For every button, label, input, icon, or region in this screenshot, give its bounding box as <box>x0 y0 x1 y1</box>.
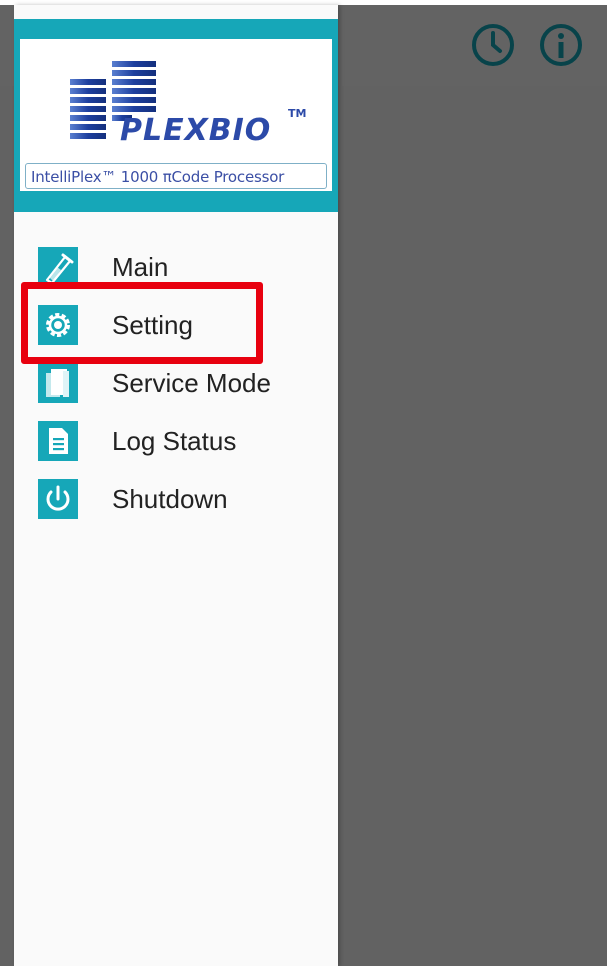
power-icon <box>38 479 78 519</box>
menu-item-label: Main <box>112 252 169 282</box>
drawer-menu: Main Setting Service Mode Log Status Shu… <box>14 237 338 527</box>
logo-subtitle-box: IntelliPlex™ 1000 πCode Processor <box>25 163 327 189</box>
plexbio-logo: PLEXBIO TM IntelliPlex™ 1000 πCode Proce… <box>20 39 332 191</box>
menu-item-label: Service Mode <box>112 368 271 398</box>
logo-brand-text: PLEXBIO <box>120 113 272 148</box>
setting-highlight-box <box>21 282 263 364</box>
menu-item-label: Shutdown <box>112 484 228 514</box>
drawer-header: PLEXBIO TM IntelliPlex™ 1000 πCode Proce… <box>14 19 338 212</box>
navigation-drawer: PLEXBIO TM IntelliPlex™ 1000 πCode Proce… <box>14 5 338 966</box>
logo-trademark: TM <box>288 107 307 120</box>
test-tube-icon <box>38 247 78 287</box>
log-document-icon <box>38 421 78 461</box>
drawer-top-strip <box>14 5 338 19</box>
menu-item-label: Log Status <box>112 426 237 456</box>
menu-item-log-status[interactable]: Log Status <box>14 411 338 469</box>
menu-item-shutdown[interactable]: Shutdown <box>14 469 338 527</box>
documents-icon <box>38 363 78 403</box>
logo-subtitle: IntelliPlex™ 1000 πCode Processor <box>31 168 285 186</box>
